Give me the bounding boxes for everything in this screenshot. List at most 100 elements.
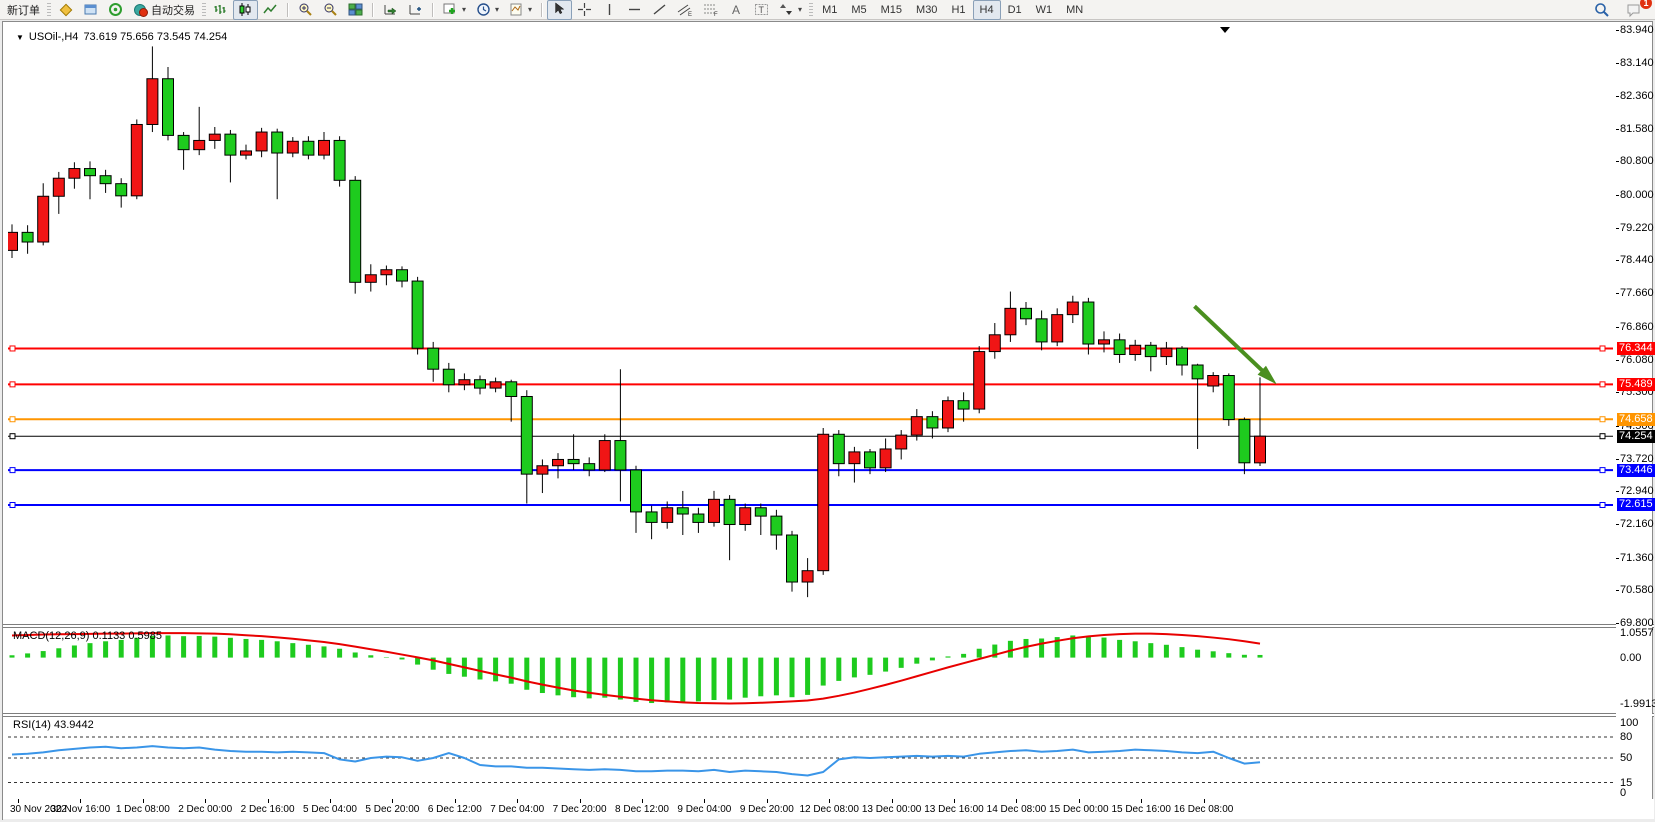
date-tick-label: 13 Dec 16:00 xyxy=(924,804,984,815)
line-chart-button[interactable] xyxy=(258,0,283,20)
timeframe-button-d1[interactable]: D1 xyxy=(1001,0,1029,20)
new-order-button[interactable]: 新订单 xyxy=(2,0,45,20)
candlestick-chart-button[interactable] xyxy=(233,0,258,20)
notifications-button[interactable]: 1 xyxy=(1621,0,1647,20)
rsi-axis-label: 50 xyxy=(1620,752,1632,764)
candle xyxy=(22,232,33,242)
hline-handle[interactable] xyxy=(10,468,15,473)
candle xyxy=(69,169,80,179)
hline-handle[interactable] xyxy=(10,346,15,351)
crosshair-button[interactable] xyxy=(572,0,597,20)
candle xyxy=(38,196,49,242)
hline-handle[interactable] xyxy=(10,502,15,507)
horizontal-line-button[interactable] xyxy=(622,0,647,20)
timeframe-button-w1[interactable]: W1 xyxy=(1029,0,1060,20)
candle xyxy=(397,270,408,281)
timeframe-button-h4[interactable]: H4 xyxy=(973,0,1001,20)
svg-text:F: F xyxy=(714,12,718,17)
hline-price-label: 72.615 xyxy=(1617,498,1655,511)
search-button[interactable] xyxy=(1589,0,1615,20)
auto-scroll-button[interactable] xyxy=(378,0,403,20)
candle xyxy=(178,135,189,149)
macd-bar xyxy=(868,658,873,675)
templates-button[interactable]: ▾ xyxy=(504,0,537,20)
trendline-button[interactable] xyxy=(647,0,672,20)
macd-bar xyxy=(743,658,748,698)
zoom-in-button[interactable] xyxy=(293,0,318,20)
macd-bar xyxy=(634,658,639,702)
channel-button[interactable]: E xyxy=(672,0,698,20)
macd-bar xyxy=(540,658,545,693)
fibonacci-button[interactable]: F xyxy=(698,0,724,20)
price-tick-label: 83.940 xyxy=(1620,24,1654,36)
macd-bar xyxy=(166,635,171,657)
indicators-button[interactable]: ▾ xyxy=(438,0,471,20)
price-axis[interactable]: 83.94083.14082.36081.58080.80080.00079.2… xyxy=(1616,22,1652,817)
macd-bar xyxy=(524,658,529,690)
symbols-button[interactable] xyxy=(53,0,78,20)
hline-handle[interactable] xyxy=(1600,346,1605,351)
timeframe-button-m1[interactable]: M1 xyxy=(815,0,844,20)
text-button[interactable]: A xyxy=(724,0,749,20)
hline-handle[interactable] xyxy=(10,434,15,439)
hline-handle[interactable] xyxy=(10,382,15,387)
hline-handle[interactable] xyxy=(1600,502,1605,507)
macd-bar xyxy=(914,658,919,664)
timeframe-button-m30[interactable]: M30 xyxy=(909,0,944,20)
bar-chart-button[interactable] xyxy=(208,0,233,20)
date-tick-mark xyxy=(829,799,830,803)
timeframe-button-m15[interactable]: M15 xyxy=(874,0,909,20)
auto-scroll-icon xyxy=(383,2,398,17)
date-tick-mark xyxy=(18,799,19,803)
tile-windows-button[interactable] xyxy=(343,0,368,20)
macd-axis-label: 0.00 xyxy=(1620,652,1641,664)
chart-shift-button[interactable] xyxy=(403,0,428,20)
chart-shift-marker[interactable] xyxy=(1220,27,1230,33)
vertical-line-button[interactable] xyxy=(597,0,622,20)
signals-button[interactable] xyxy=(103,0,128,20)
hline-price-label: 73.446 xyxy=(1617,464,1655,477)
arrows-button[interactable]: ▾ xyxy=(774,0,807,20)
macd-bar xyxy=(790,658,795,698)
macd-bar xyxy=(41,651,46,658)
candle xyxy=(849,452,860,464)
macd-pane[interactable]: MACD(12,26,9) 0.1133 0.5985 xyxy=(8,628,1617,713)
hline-handle[interactable] xyxy=(10,417,15,422)
rsi-pane[interactable]: RSI(14) 43.9442 xyxy=(8,717,1617,797)
timeframe-button-mn[interactable]: MN xyxy=(1059,0,1090,20)
macd-bar xyxy=(1195,650,1200,658)
cursor-button[interactable] xyxy=(547,0,572,20)
macd-bar xyxy=(212,637,217,658)
price-tick-mark xyxy=(1616,590,1619,591)
price-tick-mark xyxy=(1616,161,1619,162)
collapse-triangle-icon[interactable]: ▼ xyxy=(16,33,24,42)
date-axis[interactable]: 30 Nov 202230 Nov 16:001 Dec 08:002 Dec … xyxy=(8,799,1654,819)
macd-bar xyxy=(306,645,311,658)
hline-handle[interactable] xyxy=(1600,382,1605,387)
autotrading-button[interactable]: 自动交易 xyxy=(128,0,200,20)
timeframe-button-h1[interactable]: H1 xyxy=(944,0,972,20)
macd-bar xyxy=(665,658,670,703)
price-tick-mark xyxy=(1616,260,1619,261)
candle xyxy=(1177,348,1188,365)
chart-window[interactable]: ▼ USOil-,H4 73.619 75.656 73.545 74.254 … xyxy=(2,21,1653,820)
hline-handle[interactable] xyxy=(1600,417,1605,422)
candlestick-icon xyxy=(238,2,253,17)
candle xyxy=(896,435,907,449)
candle xyxy=(272,132,283,153)
market-watch-button[interactable] xyxy=(78,0,103,20)
chart-title: ▼ USOil-,H4 73.619 75.656 73.545 74.254 xyxy=(16,31,227,43)
hline-handle[interactable] xyxy=(1600,468,1605,473)
price-pane[interactable]: ▼ USOil-,H4 73.619 75.656 73.545 74.254 xyxy=(8,25,1617,624)
periods-button[interactable]: ▾ xyxy=(471,0,504,20)
hline-handle[interactable] xyxy=(1600,434,1605,439)
candlestick-chart[interactable] xyxy=(8,25,1616,624)
zoom-out-button[interactable] xyxy=(318,0,343,20)
chevron-down-icon: ▾ xyxy=(462,5,466,14)
trend-arrow[interactable] xyxy=(1194,306,1270,379)
text-label-button[interactable]: T xyxy=(749,0,774,20)
date-tick-mark xyxy=(330,799,331,803)
macd-bar xyxy=(56,648,61,657)
candle xyxy=(256,132,267,151)
timeframe-button-m5[interactable]: M5 xyxy=(844,0,873,20)
